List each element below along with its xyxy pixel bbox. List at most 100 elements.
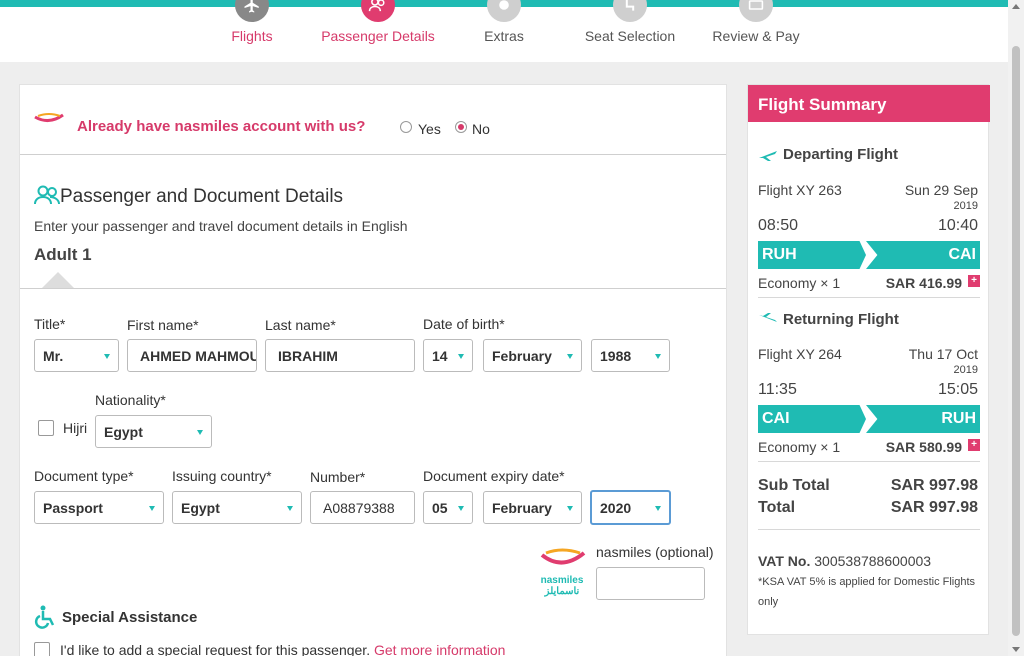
booking-steps-bar: Flights Passenger Details Extras Seat Se… — [0, 0, 1008, 62]
step-label: Passenger Details — [321, 28, 435, 44]
meal-icon — [487, 0, 521, 22]
special-request-label: I'd like to add a special request for th… — [60, 642, 371, 656]
departing-expand-icon[interactable]: + — [968, 275, 980, 287]
total-label: Total — [758, 499, 796, 516]
passenger-section-subtitle: Enter your passenger and travel document… — [34, 218, 408, 234]
expiry-month-value: February — [492, 499, 552, 516]
seat-icon — [613, 0, 647, 22]
flight-summary-card: Flight Summary Departing Flight Flight X… — [747, 84, 990, 635]
doc-type-label: Document type* — [34, 468, 134, 484]
departing-origin: RUH — [758, 241, 866, 269]
account-question: Already have nasmiles account with us? — [77, 118, 366, 135]
departing-year: 2019 — [953, 200, 978, 212]
nasmiles-smile-icon — [540, 548, 586, 565]
payment-icon — [739, 0, 773, 22]
dob-year-select[interactable]: 1988 — [591, 339, 670, 372]
vat-number: 300538788600003 — [814, 553, 932, 569]
expiry-month-select[interactable]: February — [483, 491, 582, 524]
number-label: Number* — [310, 469, 366, 485]
doc-type-select[interactable]: Passport — [34, 491, 164, 524]
page-scrollbar[interactable] — [1008, 0, 1024, 656]
nasmiles-logo-arabic: ناسمايلز — [544, 586, 580, 597]
yes-radio[interactable] — [400, 121, 412, 133]
expiry-day-select[interactable]: 05 — [423, 491, 473, 524]
no-label[interactable]: No — [472, 121, 490, 137]
departing-arr-time: 10:40 — [937, 217, 978, 234]
no-radio[interactable] — [455, 121, 467, 133]
returning-arr-time: 15:05 — [937, 381, 978, 398]
sub-total-label: Sub Total — [758, 477, 830, 494]
issuing-country-select[interactable]: Egypt — [172, 491, 302, 524]
expiry-day-value: 05 — [432, 499, 448, 516]
returning-date: Thu 17 Oct — [908, 346, 978, 362]
dob-label: Date of birth* — [423, 316, 505, 332]
expiry-year-select[interactable]: 2020 — [590, 490, 671, 525]
dob-month-value: February — [492, 347, 552, 364]
flight-summary-title: Flight Summary — [748, 85, 990, 122]
vat-label: VAT No. — [758, 553, 811, 569]
expiry-year-value: 2020 — [600, 499, 632, 516]
expiry-label: Document expiry date* — [423, 468, 565, 484]
special-request-checkbox[interactable] — [34, 642, 50, 656]
nasmiles-input[interactable] — [596, 567, 705, 600]
document-number-input[interactable]: A08879388 — [310, 491, 415, 524]
returning-year: 2019 — [953, 364, 978, 376]
adult-tab-pointer — [42, 272, 74, 288]
yes-label[interactable]: Yes — [418, 121, 441, 137]
first-name-input[interactable]: AHMED MAHMOUD — [127, 339, 257, 372]
wheelchair-icon — [34, 605, 55, 629]
document-number-value: A08879388 — [323, 499, 395, 516]
returning-price: SAR 580.99 — [885, 439, 962, 455]
returning-dep-time: 11:35 — [758, 381, 797, 398]
scrollbar-thumb[interactable] — [1012, 46, 1020, 636]
returning-destination: RUH — [866, 405, 980, 433]
more-info-link[interactable]: Get more information — [374, 642, 506, 656]
nasmiles-label: nasmiles (optional) — [596, 544, 714, 560]
scroll-down-icon[interactable] — [1012, 647, 1020, 652]
title-value: Mr. — [43, 347, 64, 364]
summary-divider — [758, 461, 980, 462]
nationality-select[interactable]: Egypt — [95, 415, 212, 448]
step-label: Seat Selection — [584, 28, 676, 44]
vat-note: *KSA VAT 5% is applied for Domestic Flig… — [758, 576, 976, 608]
account-question-row: Already have nasmiles account with us? Y… — [20, 85, 726, 155]
total-value: SAR 997.98 — [890, 499, 978, 516]
plane-icon — [235, 0, 269, 22]
departing-cabin: Economy × 1 — [758, 275, 841, 291]
departing-dep-time: 08:50 — [758, 217, 799, 234]
last-name-input[interactable]: IBRAHIM — [265, 339, 415, 372]
passenger-form-panel: Already have nasmiles account with us? Y… — [19, 84, 727, 656]
hijri-checkbox[interactable] — [38, 420, 54, 436]
dob-year-value: 1988 — [600, 347, 632, 364]
section-divider — [20, 288, 726, 289]
scroll-up-icon[interactable] — [1012, 4, 1020, 9]
last-name-value: IBRAHIM — [278, 347, 338, 364]
returning-price-row: Economy × 1 SAR 580.99 + — [758, 439, 980, 455]
title-label: Title* — [34, 316, 66, 332]
nationality-label: Nationality* — [95, 392, 166, 408]
adult-title: Adult 1 — [34, 245, 92, 264]
dob-day-value: 14 — [432, 347, 448, 364]
issuing-country-value: Egypt — [181, 499, 220, 516]
nasmiles-logo-icon — [34, 113, 64, 122]
title-select[interactable]: Mr. — [34, 339, 119, 372]
returning-expand-icon[interactable]: + — [968, 439, 980, 451]
step-label: Review & Pay — [712, 28, 800, 44]
returning-plane-icon — [759, 313, 777, 322]
summary-divider — [758, 529, 980, 530]
returning-cabin: Economy × 1 — [758, 439, 841, 455]
passengers-icon — [34, 185, 60, 205]
returning-flight-number: Flight XY 264 — [758, 346, 842, 362]
departing-date: Sun 29 Sep — [904, 182, 978, 198]
nasmiles-logo: nasmiles ناسمايلز — [534, 547, 590, 597]
step-label: Extras — [484, 28, 524, 44]
departing-route-bar: RUH CAI — [758, 241, 980, 269]
departing-destination: CAI — [866, 241, 980, 269]
dob-month-select[interactable]: February — [483, 339, 582, 372]
passenger-section-title: Passenger and Document Details — [60, 186, 344, 207]
summary-divider — [758, 297, 980, 298]
last-name-label: Last name* — [265, 317, 336, 333]
dob-day-select[interactable]: 14 — [423, 339, 473, 372]
people-icon — [361, 0, 395, 22]
issuing-country-label: Issuing country* — [172, 468, 272, 484]
